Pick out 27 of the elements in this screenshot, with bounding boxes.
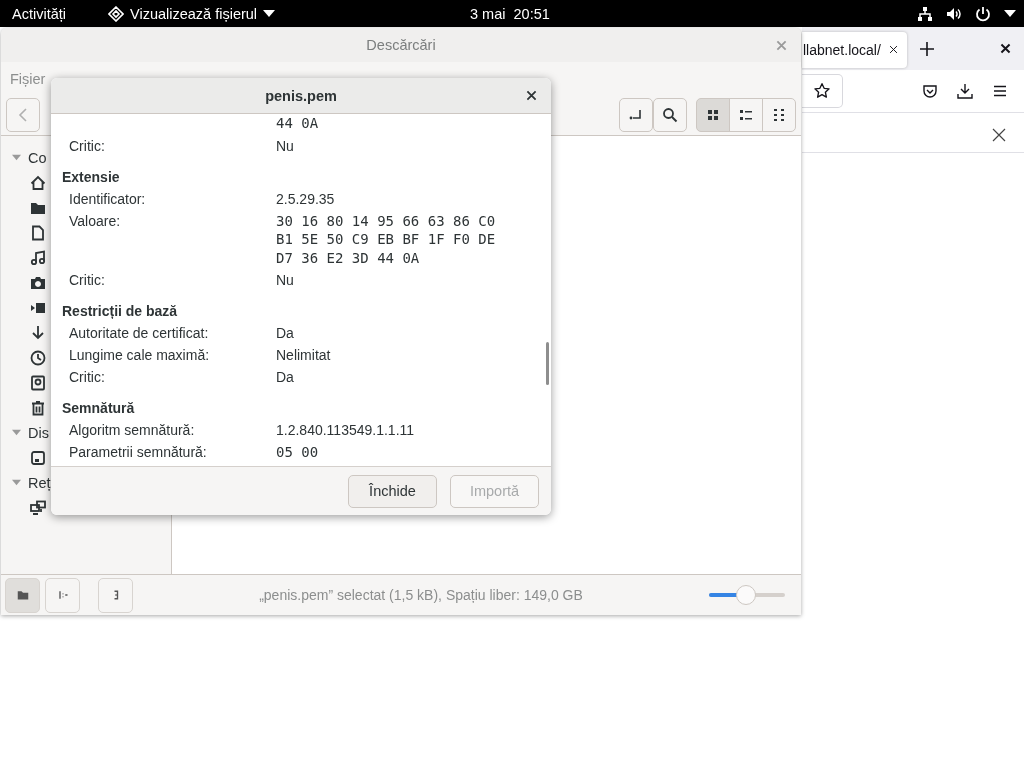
hex-value: 44 0A [276,114,319,133]
field-label: Parametrii semnătură: [68,443,208,462]
field-value: 2.5.29.35 [276,189,335,209]
field-value: 1.2.840.113549.1.1.11 [276,421,415,440]
field-label: Identificator: [68,189,147,209]
hex-value: B1 5E 50 C9 EB BF 1F F0 DE [276,230,496,249]
field-label: Algoritm semnătură: [68,421,196,440]
dialog-title: penis.pem [265,87,337,104]
field-label: Autoritate de certificat: [68,324,210,343]
section-heading: Semnătură [62,399,136,418]
window-title: Descărcări [366,37,436,53]
hex-value: 30 16 80 14 95 66 63 86 C0 [276,211,496,230]
field-value: Nu [276,136,294,156]
field-label: Valoare: [68,211,122,231]
field-value: Da [276,368,294,387]
hex-value: 05 00 [276,443,319,462]
status-text: „penis.pem” selectat (1,5 kB), Spațiu liber: 149,0 GB [258,587,584,603]
section-heading: Restricții de bază [62,302,179,321]
field-value: Nelimitat [276,346,331,365]
field-label: Lungime cale maximă: [68,346,211,365]
section-heading: Extensie [62,167,121,187]
field-label: Critic: [68,136,106,156]
field-value: Nu [276,271,294,290]
field-value: Da [276,324,294,343]
field-label: Critic: [68,368,106,387]
field-label: Critic: [68,271,106,290]
hex-value: D7 36 E2 3D 44 0A [276,248,421,267]
